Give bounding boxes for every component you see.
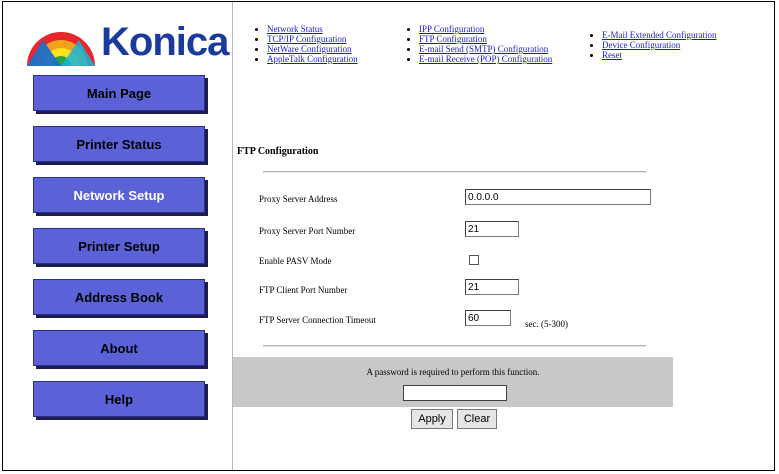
divider-top [263,171,646,173]
link-reset[interactable]: Reset [602,50,622,60]
sidebar: Konica Main Page Printer Status Network … [3,2,233,470]
link-network-status[interactable]: Network Status [267,24,323,34]
link-appletalk-configuration[interactable]: AppleTalk Configuration [267,54,358,64]
connection-timeout-input[interactable] [465,310,511,326]
proxy-port-label: Proxy Server Port Number [259,226,356,236]
page-title: FTP Configuration [237,146,319,157]
divider-bottom [263,345,646,347]
link-tcpip-configuration[interactable]: TCP/IP Configuration [267,34,346,44]
client-port-label: FTP Client Port Number [259,285,348,295]
link-device-configuration[interactable]: Device Configuration [602,40,680,50]
link-email-send-configuration[interactable]: E-mail Send (SMTP) Configuration [419,44,548,54]
konica-logo: Konica [23,20,229,68]
printer-setup-button[interactable]: Printer Setup [33,228,205,264]
password-message: A password is required to perform this f… [366,367,540,377]
link-column-3: E-Mail Extended Configuration Device Con… [578,30,716,60]
link-column-2: IPP Configuration FTP Configuration E-ma… [395,24,552,64]
pasv-mode-checkbox[interactable] [469,255,479,265]
pasv-mode-label: Enable PASV Mode [259,256,332,266]
connection-timeout-label: FTP Server Connection Timeout [259,315,376,325]
help-button[interactable]: Help [33,381,205,417]
link-email-receive-configuration[interactable]: E-mail Receive (POP) Configuration [419,54,552,64]
browser-frame: Konica Main Page Printer Status Network … [2,1,775,471]
link-netware-configuration[interactable]: NetWare Configuration [267,44,352,54]
printer-status-button[interactable]: Printer Status [33,126,205,162]
clear-button[interactable]: Clear [457,409,497,429]
address-book-button[interactable]: Address Book [33,279,205,315]
konica-wordmark: Konica [101,20,229,64]
konica-rainbow-icon [27,32,95,66]
main-page-button[interactable]: Main Page [33,75,205,111]
proxy-address-label: Proxy Server Address [259,194,338,204]
timeout-unit-text: sec. (5-300) [525,319,568,329]
proxy-address-input[interactable] [465,189,651,205]
link-email-extended-configuration[interactable]: E-Mail Extended Configuration [602,30,716,40]
link-column-1: Network Status TCP/IP Configuration NetW… [243,24,358,64]
client-port-input[interactable] [465,279,519,295]
password-input[interactable] [403,385,507,401]
main-content: Network Status TCP/IP Configuration NetW… [233,2,774,470]
proxy-port-input[interactable] [465,221,519,237]
link-ftp-configuration[interactable]: FTP Configuration [419,34,487,44]
apply-button[interactable]: Apply [411,409,453,429]
password-panel: A password is required to perform this f… [233,357,673,407]
link-ipp-configuration[interactable]: IPP Configuration [419,24,484,34]
network-setup-button[interactable]: Network Setup [33,177,205,213]
about-button[interactable]: About [33,330,205,366]
